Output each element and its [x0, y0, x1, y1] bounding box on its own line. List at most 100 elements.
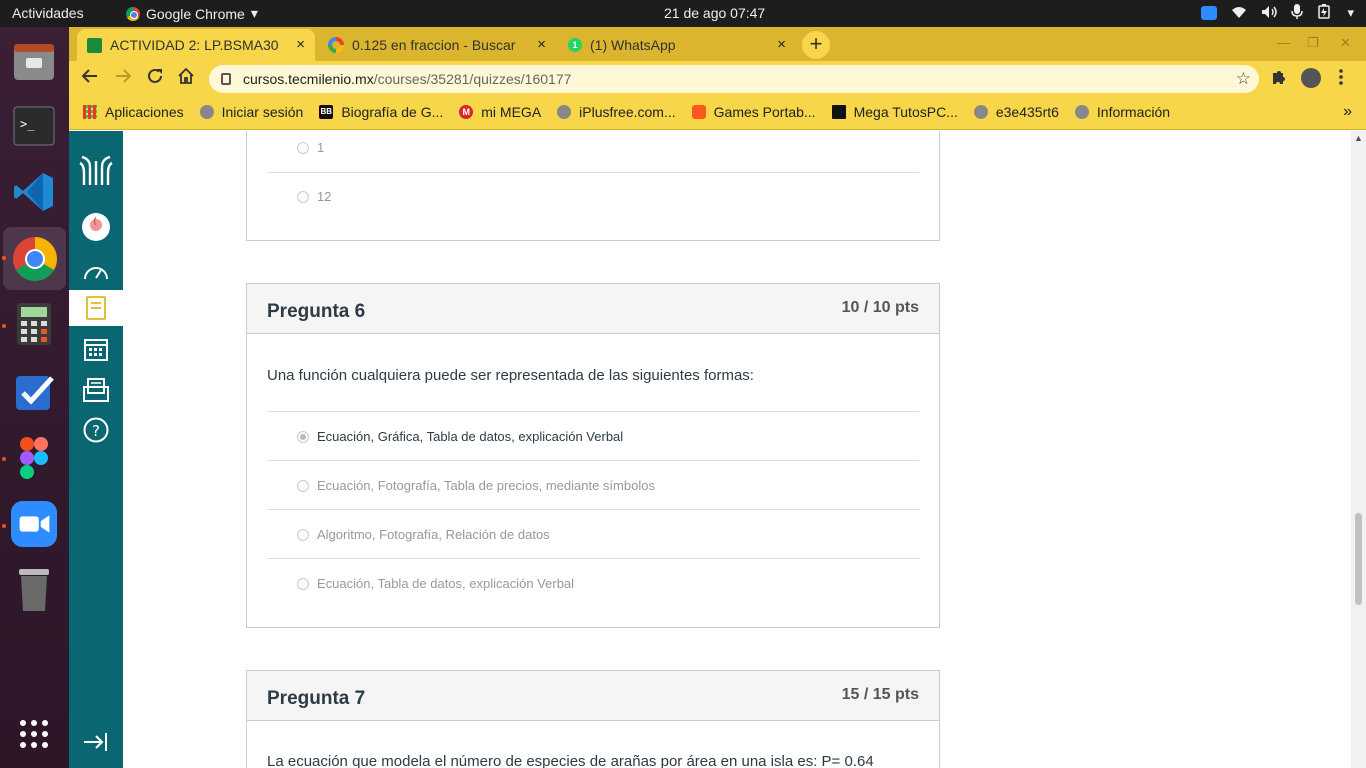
zoom-app-icon[interactable]: [11, 501, 57, 547]
answer-option-selected[interactable]: Ecuación, Gráfica, Tabla de datos, expli…: [297, 429, 623, 444]
chrome-app-icon[interactable]: [3, 227, 66, 290]
question-points: 15 / 15 pts: [841, 686, 919, 703]
clock[interactable]: 21 de ago 07:47: [664, 5, 765, 21]
address-bar[interactable]: cursos.tecmilenio.mx/courses/35281/quizz…: [209, 65, 1259, 93]
answer-option[interactable]: 1: [297, 140, 324, 155]
question-header: Pregunta 7 15 / 15 pts: [247, 671, 939, 721]
close-tab-icon[interactable]: ×: [296, 36, 305, 53]
radio-button[interactable]: [297, 577, 309, 590]
tasks-app-icon[interactable]: [11, 369, 57, 415]
radio-button[interactable]: [297, 141, 309, 154]
calendar-icon[interactable]: [69, 331, 123, 367]
chrome-menu-icon[interactable]: [1339, 69, 1343, 90]
browser-toolbar: cursos.tecmilenio.mx/courses/35281/quizz…: [69, 61, 1366, 95]
whatsapp-icon: 1: [568, 38, 582, 52]
show-applications-icon[interactable]: [11, 711, 57, 757]
chrome-icon: [126, 6, 140, 21]
zoom-tray-icon[interactable]: [1201, 6, 1218, 20]
extensions-puzzle-icon[interactable]: [1271, 69, 1287, 90]
lms-global-nav: ?: [69, 131, 123, 768]
bookmark-iplusfree[interactable]: iPlusfree.com...: [557, 104, 676, 120]
back-button[interactable]: [81, 67, 99, 90]
microphone-icon: [1291, 4, 1304, 22]
app-menu[interactable]: Google Chrome ▾: [126, 5, 258, 22]
divider: [267, 558, 919, 559]
bookmark-games-portab[interactable]: Games Portab...: [691, 104, 816, 120]
scrollbar-thumb[interactable]: [1355, 513, 1362, 605]
answer-option[interactable]: Algoritmo, Fotografía, Relación de datos: [297, 527, 550, 542]
user-avatar-icon[interactable]: [69, 209, 123, 245]
answer-option[interactable]: 12: [297, 189, 331, 204]
reload-button[interactable]: [146, 67, 164, 90]
answer-text: Ecuación, Tabla de datos, explicación Ve…: [317, 576, 575, 591]
bookmark-aplicaciones[interactable]: Aplicaciones: [83, 104, 184, 120]
google-icon: [328, 37, 344, 53]
bookmark-label: Biografía de G...: [341, 104, 444, 120]
scroll-up-arrow-icon[interactable]: ▲: [1354, 133, 1363, 143]
system-menu-chevron-icon[interactable]: ▾: [1347, 5, 1354, 21]
calculator-app-icon[interactable]: [11, 301, 57, 347]
radio-button[interactable]: [297, 479, 309, 492]
bookmark-informacion[interactable]: Información: [1074, 104, 1170, 120]
bookmark-star-icon[interactable]: ☆: [1236, 65, 1251, 93]
bb-icon: BB: [319, 105, 334, 119]
tab-actividad-2[interactable]: ACTIVIDAD 2: LP.BSMA30 ×: [77, 29, 315, 61]
bookmark-biografia[interactable]: BB Biografía de G...: [319, 104, 443, 120]
maximize-button[interactable]: ❐: [1307, 35, 1319, 51]
bookmark-mega-tutospc[interactable]: Mega TutosPC...: [831, 104, 958, 120]
terminal-app-icon[interactable]: >_: [11, 103, 57, 149]
globe-icon: [557, 105, 572, 119]
forward-button[interactable]: [114, 67, 132, 90]
globe-icon: [1074, 105, 1089, 119]
radio-button[interactable]: [297, 528, 309, 541]
bookmark-iniciar-sesion[interactable]: Iniciar sesión: [199, 104, 304, 120]
close-tab-icon[interactable]: ×: [777, 36, 786, 53]
help-icon[interactable]: ?: [69, 412, 123, 448]
divider: [267, 460, 919, 461]
tab-whatsapp[interactable]: 1 (1) WhatsApp ×: [558, 29, 796, 61]
quiz-content: 1 12 Pregunta 6 10 / 10 pts Una función …: [123, 131, 1351, 768]
mega-tutos-icon: [831, 105, 846, 119]
home-button[interactable]: [177, 67, 195, 90]
dashboard-icon[interactable]: [69, 253, 123, 289]
bookmark-e3e435rt6[interactable]: e3e435rt6: [973, 104, 1059, 120]
system-tray[interactable]: ▾: [1201, 4, 1354, 22]
answer-text: Ecuación, Gráfica, Tabla de datos, expli…: [317, 429, 624, 444]
answer-option[interactable]: Ecuación, Fotografía, Tabla de precios, …: [297, 478, 655, 493]
running-indicator: [2, 256, 6, 260]
tab-google-search[interactable]: 0.125 en fraccion - Buscar ×: [318, 29, 556, 61]
new-tab-button[interactable]: +: [802, 31, 830, 59]
courses-icon[interactable]: [69, 290, 123, 326]
page-scrollbar[interactable]: ▲: [1351, 131, 1366, 768]
close-tab-icon[interactable]: ×: [537, 36, 546, 53]
trash-icon[interactable]: [11, 567, 57, 613]
answer-text: Ecuación, Fotografía, Tabla de precios, …: [317, 478, 655, 493]
profile-avatar[interactable]: [1301, 68, 1321, 88]
radio-button[interactable]: [297, 190, 309, 203]
inbox-icon[interactable]: [69, 372, 123, 408]
figma-app-icon[interactable]: [11, 435, 57, 481]
apps-grid-icon: [83, 105, 97, 119]
svg-text:?: ?: [92, 422, 100, 440]
tab-title: (1) WhatsApp: [590, 37, 676, 53]
url-domain: cursos.tecmilenio.mx: [243, 71, 374, 87]
files-app-icon[interactable]: [11, 39, 57, 85]
question-card-previous: 1 12: [246, 131, 940, 241]
answer-option[interactable]: Ecuación, Tabla de datos, explicación Ve…: [297, 576, 574, 591]
radio-button-checked[interactable]: [297, 430, 309, 443]
minimize-button[interactable]: —: [1277, 35, 1290, 50]
tecmilenio-logo-icon[interactable]: [69, 149, 123, 189]
blogger-icon: [691, 105, 706, 119]
bookmark-mi-mega[interactable]: Mmi MEGA: [459, 104, 541, 120]
lock-icon[interactable]: [221, 73, 231, 85]
activities-button[interactable]: Actividades: [12, 5, 84, 21]
collapse-nav-icon[interactable]: [69, 724, 123, 760]
more-bookmarks-button[interactable]: »: [1343, 103, 1352, 121]
divider: [267, 411, 919, 412]
close-window-button[interactable]: ✕: [1340, 35, 1351, 51]
question-title: Pregunta 7: [267, 688, 366, 709]
bookmark-label: Mega TutosPC...: [853, 104, 958, 120]
vscode-app-icon[interactable]: [11, 169, 57, 215]
bookmark-label: Iniciar sesión: [221, 104, 304, 120]
question-points: 10 / 10 pts: [841, 299, 919, 316]
